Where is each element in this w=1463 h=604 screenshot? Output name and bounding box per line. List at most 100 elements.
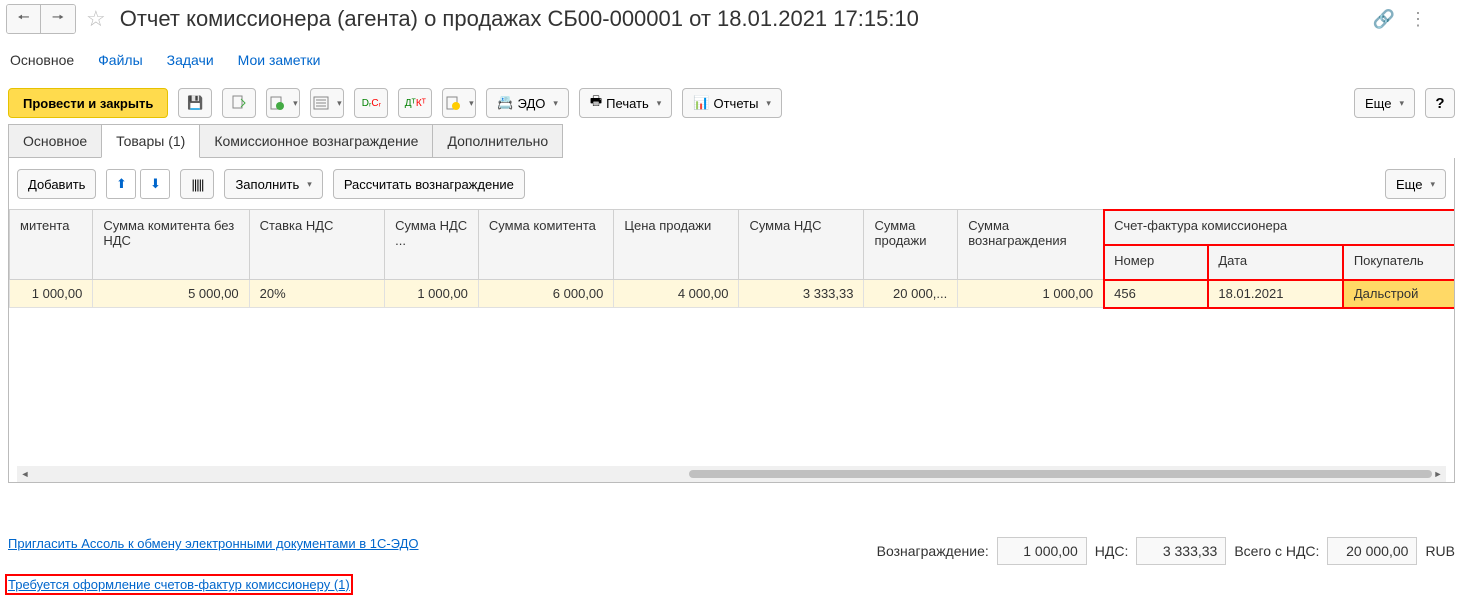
col-sale-sum[interactable]: Сумма продажи xyxy=(864,210,958,280)
scroll-left-arrow-icon[interactable]: ◄ xyxy=(17,466,33,482)
calc-reward-button[interactable]: Рассчитать вознаграждение xyxy=(333,169,525,199)
col-vat-sum[interactable]: Сумма НДС ... xyxy=(385,210,479,280)
col-inv-date[interactable]: Дата xyxy=(1208,245,1343,280)
favorite-star-icon[interactable]: ☆ xyxy=(82,6,110,32)
chart-icon: 📊 xyxy=(693,95,709,111)
add-row-button[interactable]: Добавить xyxy=(17,169,96,199)
cell-vat-rate[interactable]: 20% xyxy=(249,280,384,308)
cell-sum-no-vat[interactable]: 5 000,00 xyxy=(93,280,249,308)
reports-label: Отчеты xyxy=(713,96,758,111)
link-icon[interactable]: 🔗 xyxy=(1373,9,1395,30)
cell-mitenta[interactable]: 1 000,00 xyxy=(10,280,93,308)
doc-green-icon xyxy=(269,95,285,111)
nav-tab-files[interactable]: Файлы xyxy=(98,52,142,68)
back-button[interactable]: 🠔 xyxy=(7,5,41,33)
table-scroll: митента Сумма комитента без НДС Ставка Н… xyxy=(9,209,1454,453)
floppy-icon: 💾 xyxy=(187,95,203,111)
col-sum-no-vat[interactable]: Сумма комитента без НДС xyxy=(93,210,249,280)
cell-reward-sum[interactable]: 1 000,00 xyxy=(958,280,1104,308)
vat-label: НДС: xyxy=(1095,543,1129,559)
doc-yellow-icon xyxy=(445,95,461,111)
arrow-down-icon: ⬇ xyxy=(150,176,161,192)
reward-label: Вознаграждение: xyxy=(877,543,989,559)
tab-commission[interactable]: Комиссионное вознаграждение xyxy=(199,124,433,158)
col-sale-vat[interactable]: Сумма НДС xyxy=(739,210,864,280)
page-title: Отчет комиссионера (агента) о продажах С… xyxy=(116,6,1367,32)
currency-label: RUB xyxy=(1425,543,1455,559)
form-tabs: Основное Товары (1) Комиссионное вознагр… xyxy=(0,124,1463,158)
dt-kt-alt-button[interactable]: ДᵀКᵀ xyxy=(398,88,432,118)
nav-tab-main[interactable]: Основное xyxy=(10,52,74,68)
printer-icon: 🖶 xyxy=(590,92,602,114)
more-button[interactable]: Еще xyxy=(1354,88,1415,118)
tab-goods[interactable]: Товары (1) xyxy=(101,124,200,158)
attached-files-button[interactable] xyxy=(310,88,344,118)
kebab-menu-icon[interactable]: ⋮ xyxy=(1409,9,1427,30)
forward-button[interactable]: 🠖 xyxy=(41,5,75,33)
invoice-required-link[interactable]: Требуется оформление счетов-фактур комис… xyxy=(8,577,350,592)
cell-vat-sum[interactable]: 1 000,00 xyxy=(385,280,479,308)
fill-button[interactable]: Заполнить xyxy=(224,169,322,199)
cell-inv-buyer[interactable]: Дальстрой xyxy=(1343,280,1454,308)
move-down-button[interactable]: ⬇ xyxy=(140,169,170,199)
invoice-required-frame: Требуется оформление счетов-фактур комис… xyxy=(8,577,350,592)
scroll-thumb[interactable] xyxy=(689,470,1432,478)
cell-inv-num[interactable]: 456 xyxy=(1104,280,1208,308)
help-button[interactable]: ? xyxy=(1425,88,1455,118)
section-nav: Основное Файлы Задачи Мои заметки xyxy=(0,38,1463,82)
row-more-button[interactable]: Еще xyxy=(1385,169,1446,199)
scroll-right-arrow-icon[interactable]: ► xyxy=(1430,466,1446,482)
edo-label: ЭДО xyxy=(518,96,546,111)
reward-value: 1 000,00 xyxy=(997,537,1087,565)
total-value: 20 000,00 xyxy=(1327,537,1417,565)
cell-sale-vat[interactable]: 3 333,33 xyxy=(739,280,864,308)
move-group: ⬆ ⬇ xyxy=(106,169,170,199)
col-inv-buyer[interactable]: Покупатель xyxy=(1343,245,1454,280)
tab-main[interactable]: Основное xyxy=(8,124,102,158)
col-sum-komitent[interactable]: Сумма комитента xyxy=(478,210,613,280)
horizontal-scrollbar[interactable]: ◄ ► xyxy=(17,466,1446,482)
col-inv-num[interactable]: Номер xyxy=(1104,245,1208,280)
total-label: Всего с НДС: xyxy=(1234,543,1319,559)
post-button[interactable] xyxy=(222,88,256,118)
edo-button[interactable]: 📇 ЭДО xyxy=(486,88,569,118)
barcode-button[interactable]: ||||| xyxy=(180,169,214,199)
arrow-up-icon: ⬆ xyxy=(116,176,127,192)
col-sale-price[interactable]: Цена продажи xyxy=(614,210,739,280)
col-reward-sum[interactable]: Сумма вознаграждения xyxy=(958,210,1104,280)
cell-sum-komitent[interactable]: 6 000,00 xyxy=(478,280,613,308)
extra-actions-button[interactable] xyxy=(442,88,476,118)
header-bar: 🠔 🠖 ☆ Отчет комиссионера (агента) о прод… xyxy=(0,0,1463,38)
table-row[interactable]: 1 000,00 5 000,00 20% 1 000,00 6 000,00 … xyxy=(10,280,1455,308)
reports-button[interactable]: 📊 Отчеты xyxy=(682,88,782,118)
save-button[interactable]: 💾 xyxy=(178,88,212,118)
totals-bar: Вознаграждение: 1 000,00 НДС: 3 333,33 В… xyxy=(877,537,1455,565)
move-up-button[interactable]: ⬆ xyxy=(106,169,136,199)
col-mitenta[interactable]: митента xyxy=(10,210,93,280)
create-based-on-button[interactable] xyxy=(266,88,300,118)
footer: Пригласить Ассоль к обмену электронными … xyxy=(0,536,1463,592)
cell-sale-price[interactable]: 4 000,00 xyxy=(614,280,739,308)
col-group-invoice[interactable]: Счет-фактура комиссионера xyxy=(1104,210,1454,245)
tab-extra[interactable]: Дополнительно xyxy=(432,124,563,158)
fax-icon: 📇 xyxy=(497,95,513,111)
nav-tab-notes[interactable]: Мои заметки xyxy=(238,52,321,68)
document-arrow-icon xyxy=(231,95,247,111)
barcode-icon: ||||| xyxy=(192,177,204,192)
print-label: Печать xyxy=(606,96,649,111)
cell-inv-date[interactable]: 18.01.2021 xyxy=(1208,280,1343,308)
main-toolbar: Провести и закрыть 💾 DᵣCᵣ ДᵀКᵀ 📇 ЭДО 🖶 Печ… xyxy=(0,82,1463,124)
tab-content: Добавить ⬆ ⬇ ||||| Заполнить Рассчитать … xyxy=(8,158,1455,483)
col-vat-rate[interactable]: Ставка НДС xyxy=(249,210,384,280)
dr-cr-icon: DᵣCᵣ xyxy=(362,98,381,109)
nav-tab-tasks[interactable]: Задачи xyxy=(167,52,214,68)
list-icon xyxy=(313,95,329,111)
post-and-close-button[interactable]: Провести и закрыть xyxy=(8,88,168,118)
header-actions: 🔗 ⋮ xyxy=(1373,9,1457,30)
dt-kt-icon: ДᵀКᵀ xyxy=(405,98,426,109)
dt-kt-button[interactable]: DᵣCᵣ xyxy=(354,88,388,118)
nav-button-group: 🠔 🠖 xyxy=(6,4,76,34)
print-button[interactable]: 🖶 Печать xyxy=(579,88,672,118)
cell-sale-sum[interactable]: 20 000,... xyxy=(864,280,958,308)
edo-invite-link[interactable]: Пригласить Ассоль к обмену электронными … xyxy=(8,536,419,551)
